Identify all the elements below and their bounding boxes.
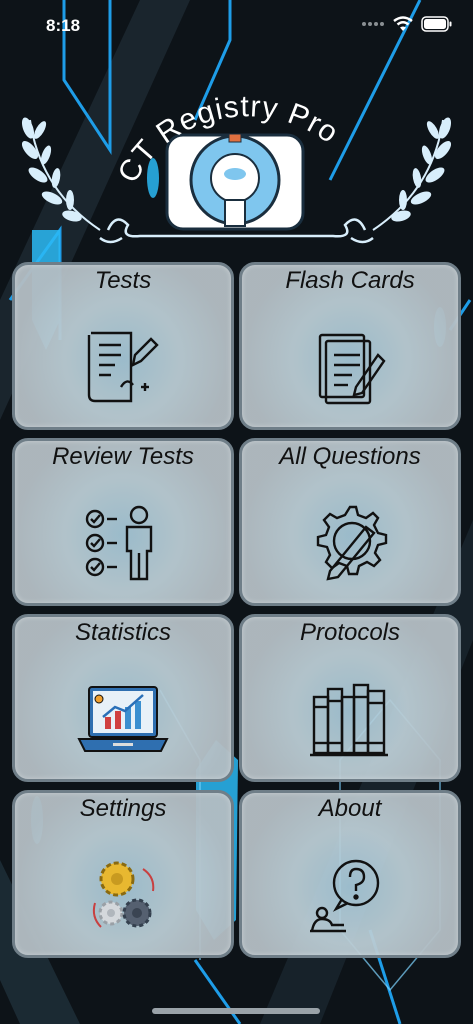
- settings-button[interactable]: Settings: [12, 790, 234, 958]
- home-indicator: [152, 1008, 320, 1014]
- statistics-button[interactable]: Statistics: [12, 614, 234, 782]
- review-tests-label: Review Tests: [52, 443, 194, 470]
- books-icon: [310, 683, 388, 757]
- app-logo: CT Registry Pro: [21, 90, 452, 244]
- about-button[interactable]: About: [239, 790, 461, 958]
- wifi-icon: [393, 16, 413, 31]
- app-header: CT Registry Pro: [0, 60, 473, 250]
- cards-pen-icon: [318, 333, 386, 405]
- document-pencil-icon: [87, 331, 159, 403]
- laurel-left-icon: [21, 117, 101, 231]
- tests-button[interactable]: Tests: [12, 262, 234, 430]
- protocols-label: Protocols: [299, 619, 401, 646]
- all-questions-button[interactable]: All Questions: [239, 438, 461, 606]
- about-label: About: [318, 795, 382, 822]
- flash-cards-button[interactable]: Flash Cards: [239, 262, 461, 430]
- laurel-right-icon: [372, 117, 452, 231]
- statistics-label: Statistics: [74, 619, 172, 646]
- laptop-chart-icon: [77, 686, 169, 752]
- protocols-button[interactable]: Protocols: [239, 614, 461, 782]
- status-icons: [361, 16, 453, 32]
- gears-icon: [92, 861, 155, 928]
- question-person-icon: [310, 859, 380, 933]
- flash-cards-label: Flash Cards: [285, 267, 415, 294]
- menu-grid: Tests Flash Cards Review Tests All Quest…: [12, 262, 461, 962]
- status-bar: 8:18: [0, 0, 473, 50]
- all-questions-label: All Questions: [279, 443, 421, 470]
- checklist-person-icon: [85, 505, 153, 581]
- battery-icon: [421, 16, 452, 32]
- tests-label: Tests: [94, 267, 152, 294]
- signal-dots-icon: [362, 22, 384, 26]
- review-tests-button[interactable]: Review Tests: [12, 438, 234, 606]
- ct-scanner-icon: [165, 133, 305, 231]
- gear-pencil-icon: [316, 505, 388, 581]
- settings-label: Settings: [79, 795, 167, 822]
- status-time: 8:18: [46, 16, 81, 35]
